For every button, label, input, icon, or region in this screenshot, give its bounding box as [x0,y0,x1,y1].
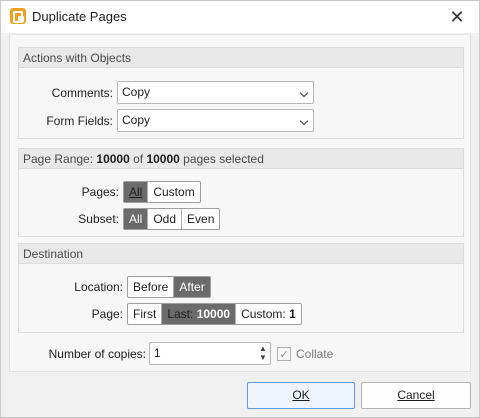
page-range-total-count: 10000 [146,152,180,166]
destination-section: Destination Location: Before After Page:… [18,243,464,333]
pages-option-all[interactable]: All [124,182,148,202]
copies-spinbox[interactable]: 1 ▲ ▼ [149,342,271,365]
location-option-after[interactable]: After [173,277,210,297]
subset-option-even[interactable]: Even [181,209,219,229]
cancel-button[interactable]: Cancel [361,382,471,409]
page-range-selected-count: 10000 [96,152,130,166]
page-option-first[interactable]: First [128,304,161,324]
collate-label: Collate [296,347,334,361]
dialog-content: Actions with Objects Comments: Copy Form… [9,34,471,372]
copies-label: Number of copies: [48,347,146,361]
actions-section-header: Actions with Objects [19,48,463,68]
copies-value: 1 [154,346,161,360]
page-range-section-header: Page Range: 10000 of 10000 pages selecte… [19,149,463,169]
destination-section-header: Destination [19,244,463,264]
location-segmented-control: Before After [127,276,211,298]
duplicate-pages-dialog: Duplicate Pages ✕ Actions with Objects C… [0,0,480,418]
pages-option-custom[interactable]: Custom [147,182,199,202]
subset-segmented-control: All Odd Even [123,208,221,230]
comments-value: Copy [122,85,151,99]
form-fields-value: Copy [122,113,151,127]
collate-checkbox[interactable]: ✓ [277,347,291,361]
comments-select[interactable]: Copy [117,81,314,104]
page-range-section: Page Range: 10000 of 10000 pages selecte… [18,148,464,237]
close-button[interactable]: ✕ [435,1,479,33]
pages-segmented-control: All Custom [123,181,201,203]
subset-option-odd[interactable]: Odd [147,209,181,229]
chevron-down-icon [299,88,309,98]
location-label: Location: [74,280,123,294]
location-option-before[interactable]: Before [128,277,173,297]
chevron-down-icon [299,116,309,126]
form-fields-select[interactable]: Copy [117,109,314,132]
pages-label: Pages: [81,185,119,199]
window-title: Duplicate Pages [32,9,127,24]
page-range-of: of [129,152,147,166]
form-fields-label: Form Fields: [46,113,113,128]
actions-section: Actions with Objects Comments: Copy Form… [18,47,464,139]
subset-label: Subset: [78,212,119,226]
comments-label: Comments: [51,85,113,100]
page-label: Page: [91,307,123,321]
page-range-prefix: Page Range: [23,152,97,166]
page-range-suffix: pages selected [179,152,264,166]
subset-option-all[interactable]: All [124,209,148,229]
page-option-custom[interactable]: Custom: 1 [235,304,301,324]
spin-down-icon[interactable]: ▼ [259,354,267,362]
page-segmented-control: First Last: 10000 Custom: 1 [127,303,302,325]
spin-up-icon[interactable]: ▲ [259,345,267,353]
page-option-last[interactable]: Last: 10000 [161,304,236,324]
close-icon: ✕ [449,6,465,27]
title-bar: Duplicate Pages ✕ [1,1,479,33]
app-logo-icon [10,8,26,24]
checkmark-icon: ✓ [279,348,289,361]
ok-button[interactable]: OK [247,382,355,409]
